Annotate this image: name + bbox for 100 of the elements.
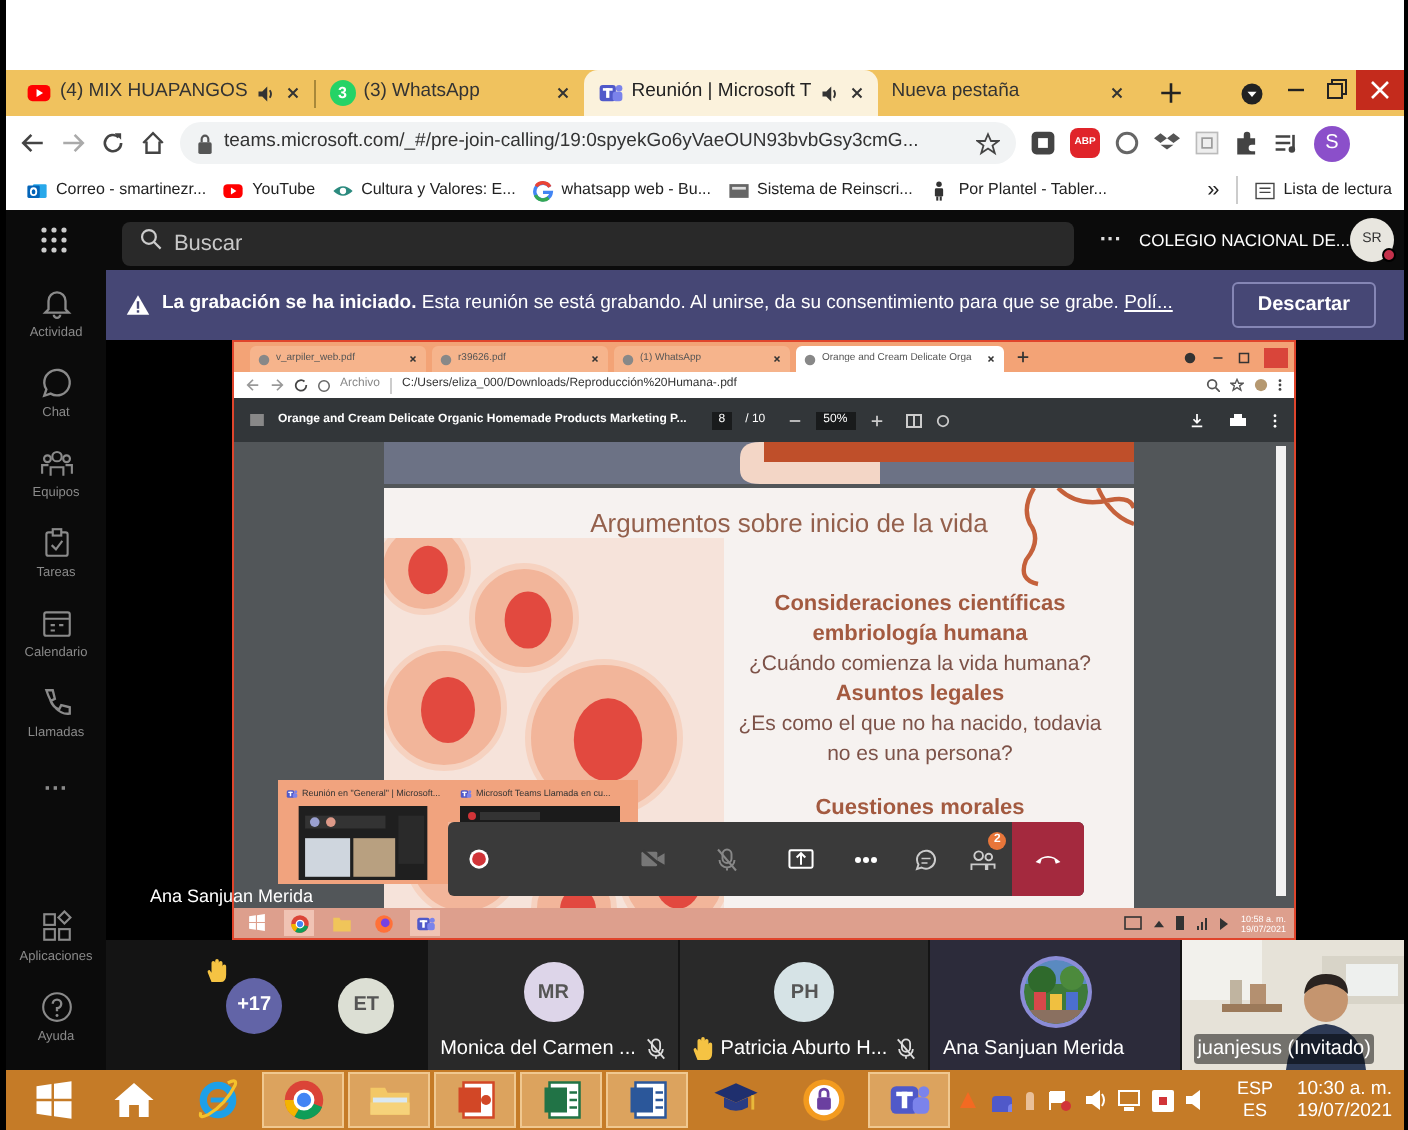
extension-icon[interactable] bbox=[1030, 130, 1056, 156]
bookmark[interactable]: Correo - smartinezr... bbox=[26, 178, 207, 202]
close-icon[interactable] bbox=[283, 84, 302, 102]
more-participants-button[interactable]: +17 bbox=[226, 977, 283, 1033]
monitor-icon[interactable] bbox=[1118, 1089, 1141, 1111]
reload-icon[interactable] bbox=[294, 378, 308, 392]
chevron-circle-icon[interactable] bbox=[1240, 81, 1264, 105]
chrome-logo-icon bbox=[289, 913, 309, 933]
speaker-icon[interactable] bbox=[1084, 1090, 1107, 1110]
speaker-icon bbox=[1220, 917, 1229, 929]
clock-date[interactable]: 19/07/2021 bbox=[1296, 1100, 1392, 1122]
bookmark[interactable]: Cultura y Valores: E... bbox=[331, 178, 516, 202]
download-icon[interactable] bbox=[1190, 413, 1204, 427]
fox-logo-icon bbox=[373, 913, 393, 933]
slide-title: Argumentos sobre inicio de la vida bbox=[588, 506, 990, 542]
home-icon[interactable] bbox=[140, 130, 166, 156]
dismiss-button[interactable]: Descartar bbox=[1231, 282, 1376, 328]
globe-icon bbox=[440, 353, 452, 365]
more-icon[interactable] bbox=[1272, 413, 1278, 427]
globe-icon bbox=[622, 353, 634, 365]
info-icon bbox=[318, 379, 330, 391]
reading-list[interactable]: Lista de lectura bbox=[1253, 178, 1392, 202]
forward-icon[interactable] bbox=[270, 378, 284, 392]
taskbar-button[interactable] bbox=[606, 1072, 688, 1128]
profile-button[interactable]: S bbox=[1314, 125, 1350, 161]
profile-icon[interactable] bbox=[1254, 378, 1268, 392]
bookmark[interactable]: Por Plantel - Tabler... bbox=[928, 178, 1107, 202]
people-icon bbox=[39, 446, 73, 480]
plus-icon[interactable] bbox=[1157, 80, 1184, 106]
bell-icon bbox=[39, 286, 73, 320]
print-icon[interactable] bbox=[1230, 413, 1246, 427]
bookmarks-overflow[interactable]: » bbox=[1207, 173, 1220, 207]
profile-icon[interactable] bbox=[1184, 351, 1196, 363]
bookmark[interactable]: YouTube bbox=[222, 178, 316, 202]
presentation-app-icon bbox=[455, 1080, 495, 1120]
taskbar-button[interactable] bbox=[262, 1072, 344, 1128]
close-icon[interactable] bbox=[986, 354, 996, 364]
more-apps-button[interactable]: ··· bbox=[44, 770, 68, 806]
clipboard-icon bbox=[39, 526, 73, 560]
squiggle-drawing bbox=[1018, 488, 1134, 588]
play-logo-icon bbox=[26, 80, 52, 106]
keyboard-layout[interactable]: ES bbox=[1242, 1100, 1267, 1122]
ring-icon[interactable] bbox=[1114, 130, 1140, 156]
bookmark[interactable]: whatsapp web - Bu... bbox=[531, 178, 712, 202]
signal-icon bbox=[1196, 917, 1209, 929]
window-close-icon[interactable] bbox=[1356, 70, 1404, 110]
puzzle-icon[interactable] bbox=[1234, 130, 1260, 156]
bookmark[interactable]: Sistema de Reinscri... bbox=[727, 178, 913, 202]
globe-e-icon bbox=[196, 1078, 240, 1122]
chat-icon bbox=[913, 847, 937, 871]
search-field[interactable]: Buscar bbox=[121, 222, 1074, 266]
close-icon[interactable] bbox=[408, 354, 418, 364]
clock-time[interactable]: 10:30 a. m. bbox=[1296, 1078, 1392, 1100]
search-icon[interactable] bbox=[1206, 378, 1220, 392]
taskbar-button[interactable] bbox=[284, 910, 314, 936]
playlist-icon[interactable] bbox=[1274, 130, 1300, 156]
home-icon bbox=[112, 1080, 156, 1120]
more-icon bbox=[854, 855, 879, 863]
address-field[interactable]: teams.microsoft.com/_#/pre-join-calling/19:0spyekGo6yVaeOUN93bvbGsy3cmG... bbox=[180, 122, 1016, 164]
close-icon[interactable] bbox=[1107, 84, 1126, 102]
participant-avatar: ET bbox=[338, 977, 395, 1033]
reload-icon[interactable] bbox=[100, 130, 126, 156]
volume-icon[interactable] bbox=[1186, 1090, 1205, 1110]
close-icon[interactable] bbox=[553, 84, 572, 102]
close-icon[interactable] bbox=[847, 84, 866, 102]
browser-tab[interactable]: 3 (3) WhatsApp bbox=[315, 70, 584, 116]
plus-icon[interactable] bbox=[1016, 350, 1030, 364]
maximize-icon[interactable] bbox=[1238, 351, 1250, 363]
fit-page-icon[interactable] bbox=[905, 413, 922, 427]
policy-link[interactable]: Polí... bbox=[1124, 292, 1173, 315]
back-icon[interactable] bbox=[20, 130, 46, 156]
close-icon[interactable] bbox=[590, 354, 600, 364]
app-grid-icon[interactable] bbox=[40, 226, 69, 254]
taskbar-button[interactable] bbox=[868, 1072, 950, 1128]
stop-icon[interactable] bbox=[1152, 1089, 1175, 1111]
frame-icon[interactable] bbox=[1194, 130, 1220, 156]
star-icon[interactable] bbox=[976, 131, 1000, 155]
browser-tab[interactable]: (4) MIX HUAPANGOS bbox=[12, 70, 314, 116]
more-button[interactable]: ··· bbox=[1099, 223, 1122, 257]
browser-tab[interactable]: Nueva pestaña bbox=[877, 70, 1138, 116]
taskbar-button[interactable] bbox=[410, 910, 440, 936]
participant-name: Monica del Carmen ... bbox=[440, 1036, 636, 1064]
close-icon[interactable] bbox=[772, 354, 782, 364]
keyboard-icon bbox=[1124, 916, 1143, 930]
browser-tab[interactable]: Reunión | Microsoft T bbox=[583, 70, 878, 116]
scrollbar[interactable] bbox=[1276, 446, 1286, 896]
mail-logo-icon bbox=[26, 179, 48, 201]
star-icon[interactable] bbox=[1230, 378, 1244, 392]
phone-icon bbox=[1034, 852, 1063, 866]
caret-icon bbox=[1154, 919, 1165, 927]
taskbar-button[interactable] bbox=[520, 1072, 602, 1128]
participant-avatar: PH bbox=[774, 962, 835, 1022]
zoom-in-icon[interactable] bbox=[869, 413, 884, 427]
apps-icon bbox=[39, 910, 73, 944]
taskbar-button[interactable] bbox=[434, 1072, 516, 1128]
phone-icon bbox=[39, 686, 73, 720]
language-indicator[interactable]: ESP bbox=[1236, 1078, 1273, 1100]
document-app-icon bbox=[627, 1080, 667, 1120]
rotate-icon[interactable] bbox=[935, 413, 950, 427]
minimize-icon[interactable] bbox=[1212, 351, 1224, 363]
